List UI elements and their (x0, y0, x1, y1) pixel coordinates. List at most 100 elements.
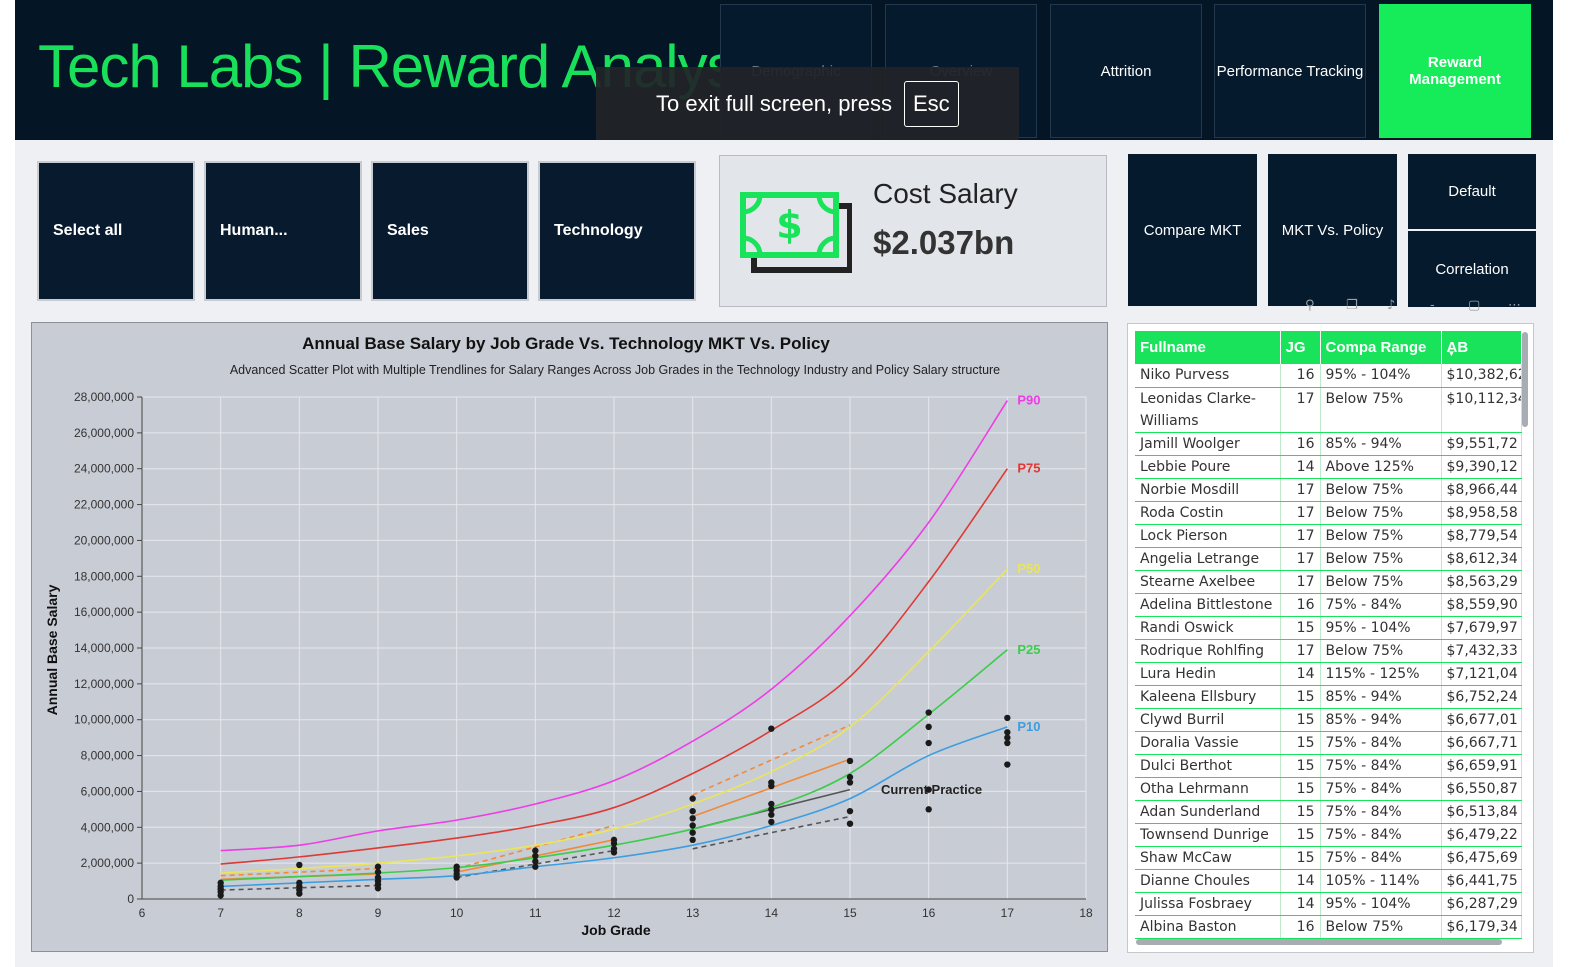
table-row[interactable]: Clywd Burril 15 85% - 94% $6,677,01 (1135, 708, 1522, 732)
cell-compa-range: Below 75% (1320, 547, 1442, 571)
table-row[interactable]: Lura Hedin 14 115% - 125% $7,121,04 (1135, 662, 1522, 686)
x-tick-label: 6 (139, 906, 146, 920)
cell-jg: 15 (1280, 846, 1321, 870)
col-header-fullname[interactable]: Fullname (1135, 331, 1281, 364)
employee-point[interactable] (1004, 729, 1011, 736)
table-row[interactable]: Rodrique Rohlfing 17 Below 75% $7,432,33 (1135, 639, 1522, 663)
employee-point[interactable] (610, 836, 618, 844)
employee-point[interactable] (768, 818, 775, 826)
dept-human-resources-button[interactable]: Human... (204, 161, 362, 301)
vertical-scrollbar[interactable] (1522, 332, 1528, 427)
focus-mode-icon[interactable]: ▢ (1468, 298, 1480, 313)
table-row[interactable]: Norbie Mosdill 17 Below 75% $8,966,44 (1135, 478, 1522, 502)
cell-jg: 15 (1280, 800, 1321, 824)
employee-salary-table: Fullname JG Compa Range AB ▼ Niko Purvess… (1135, 331, 1522, 939)
dept-select-all-button[interactable]: Select all (37, 161, 195, 301)
employee-point[interactable] (689, 829, 696, 836)
table-row[interactable]: Leonidas Clarke-Williams 17 Below 75% $10,1… (1135, 387, 1522, 433)
pin-icon[interactable]: ⚲ (1305, 298, 1315, 313)
kpi-value: $2.037bn (873, 224, 1015, 261)
more-options-icon[interactable]: ⋯ (1508, 298, 1521, 313)
nav-reward-management-button[interactable]: Reward Management (1379, 4, 1531, 138)
table-row[interactable]: Doralia Vassie 15 75% - 84% $6,667,71 (1135, 731, 1522, 755)
table-row[interactable]: Shaw McCaw 15 75% - 84% $6,475,69 (1135, 846, 1522, 870)
table-row[interactable]: Randi Oswick 15 95% - 104% $7,679,97 (1135, 616, 1522, 640)
col-header-compa-range[interactable]: Compa Range (1320, 331, 1442, 364)
cell-compa-range: Below 75% (1320, 570, 1442, 594)
cell-fullname: Norbie Mosdill (1135, 478, 1281, 502)
employee-point[interactable] (689, 836, 696, 844)
x-tick-label: 15 (843, 906, 857, 920)
employee-point[interactable] (374, 863, 382, 870)
filter-icon[interactable]: - (1430, 298, 1435, 313)
col-header-jg[interactable]: JG (1280, 331, 1321, 364)
copy-icon[interactable]: ❐ (1346, 298, 1358, 313)
x-tick-label: 17 (1001, 906, 1015, 920)
table-row[interactable]: Albina Baston 16 Below 75% $6,179,34 (1135, 915, 1522, 939)
cell-jg: 15 (1280, 708, 1321, 732)
table-row[interactable]: Stearne Axelbee 17 Below 75% $8,563,29 (1135, 570, 1522, 594)
table-row[interactable]: Townsend Dunrige 15 75% - 84% $6,479,22 (1135, 823, 1522, 847)
cell-jg: 16 (1280, 593, 1321, 617)
cell-jg: 16 (1280, 432, 1321, 456)
table-row[interactable]: Kaleena Ellsbury 15 85% - 94% $6,752,24 (1135, 685, 1522, 709)
table-row[interactable]: Adelina Bittlestone 16 75% - 84% $8,559,90 (1135, 593, 1522, 617)
table-row[interactable]: Niko Purvess 16 95% - 104% $10,382,62 (1135, 364, 1522, 388)
table-row[interactable]: Adan Sunderland 15 75% - 84% $6,513,84 (1135, 800, 1522, 824)
employee-point[interactable] (217, 879, 224, 887)
employee-point[interactable] (925, 709, 932, 716)
table-row[interactable]: Jamill Woolger 16 85% - 94% $9,551,72 (1135, 432, 1522, 456)
series-label-p10: P10 (1017, 719, 1040, 734)
employee-point[interactable] (768, 779, 775, 786)
employee-point[interactable] (453, 863, 460, 870)
nav-performance-tracking-button[interactable]: Performance Tracking (1214, 4, 1366, 138)
employee-point[interactable] (296, 879, 303, 887)
cell-jg: 15 (1280, 685, 1321, 709)
table-row[interactable]: Dulci Berthot 15 75% - 84% $6,659,91 (1135, 754, 1522, 778)
cell-compa-range: Above 125% (1320, 455, 1442, 479)
employee-point[interactable] (768, 725, 775, 732)
table-row[interactable]: Roda Costin 17 Below 75% $8,958,58 (1135, 501, 1522, 525)
employee-point[interactable] (925, 723, 932, 731)
salary-scatter-chart: Annual Base Salary by Job Grade Vs. Tech… (31, 322, 1108, 952)
employee-point[interactable] (689, 807, 696, 815)
dept-technology-button[interactable]: Technology (538, 161, 696, 301)
mkt-vs-policy-button[interactable]: MKT Vs. Policy (1268, 154, 1397, 306)
table-row[interactable]: Dianne Choules 14 105% - 114% $6,441,75 (1135, 869, 1522, 893)
cost-salary-card: $ Cost Salary $2.037bn (719, 155, 1107, 307)
table-row[interactable]: Angelia Letrange 17 Below 75% $8,612,34 (1135, 547, 1522, 571)
cell-fullname: Angelia Letrange (1135, 547, 1281, 571)
employee-point[interactable] (925, 739, 932, 747)
col-header-ab[interactable]: AB ▼ (1441, 331, 1522, 364)
cell-jg: 17 (1280, 524, 1321, 548)
cell-ab: $8,966,44 (1441, 478, 1522, 502)
employee-point[interactable] (532, 847, 539, 854)
employee-point[interactable] (1004, 714, 1011, 722)
table-row[interactable]: Lock Pierson 17 Below 75% $8,779,54 (1135, 524, 1522, 548)
table-row[interactable]: Lebbie Poure 14 Above 125% $9,390,12 (1135, 455, 1522, 479)
employee-point[interactable] (768, 800, 775, 808)
employee-point[interactable] (846, 757, 854, 765)
employee-point[interactable] (925, 806, 932, 813)
bell-icon[interactable]: ♪ (1387, 298, 1395, 313)
employee-point[interactable] (846, 807, 854, 815)
cell-jg: 17 (1280, 639, 1321, 663)
employee-point[interactable] (846, 820, 854, 827)
cell-fullname: Adan Sunderland (1135, 800, 1281, 824)
correlation-view-button[interactable]: Correlation (1408, 231, 1536, 307)
table-row[interactable]: Otha Lehrmann 15 75% - 84% $6,550,87 (1135, 777, 1522, 801)
table-body: Niko Purvess 16 95% - 104% $10,382,62 Leonid… (1135, 364, 1522, 939)
horizontal-scrollbar[interactable] (1136, 939, 1502, 945)
dept-sales-button[interactable]: Sales (371, 161, 529, 301)
table-row[interactable]: Julissa Fosbraey 14 95% - 104% $6,287,29 (1135, 892, 1522, 916)
cell-ab: $6,287,29 (1441, 892, 1522, 916)
employee-point[interactable] (296, 861, 303, 869)
employee-point[interactable] (846, 773, 854, 781)
default-view-button[interactable]: Default (1408, 154, 1536, 229)
employee-point[interactable] (689, 795, 696, 802)
employee-point[interactable] (689, 822, 696, 829)
compare-mkt-button[interactable]: Compare MKT (1128, 154, 1257, 306)
employee-point[interactable] (689, 815, 696, 822)
employee-point[interactable] (1004, 761, 1011, 768)
nav-attrition-button[interactable]: Attrition (1050, 4, 1202, 138)
